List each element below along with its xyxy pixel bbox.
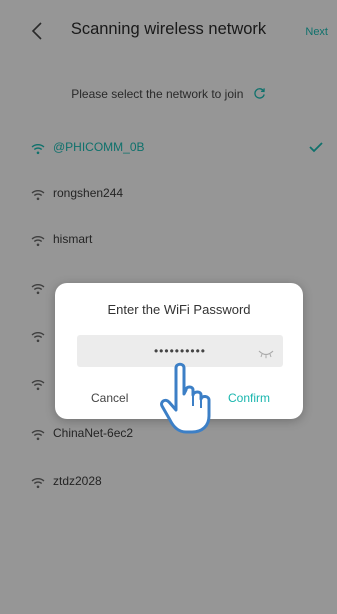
cancel-button[interactable]: Cancel (91, 391, 128, 405)
password-value: •••••••••• (153, 344, 206, 358)
confirm-button[interactable]: Confirm (228, 391, 270, 405)
eye-closed-icon[interactable] (258, 346, 274, 359)
dialog-title: Enter the WiFi Password (107, 302, 251, 317)
hand-pointer-icon (156, 360, 220, 434)
wifi-scan-screen: Scanning wireless network Next Please se… (0, 0, 337, 614)
